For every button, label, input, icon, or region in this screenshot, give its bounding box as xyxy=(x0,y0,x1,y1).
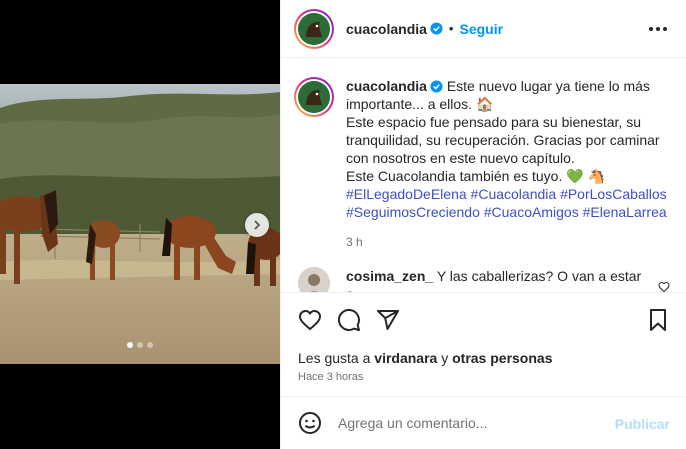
bookmark-icon[interactable] xyxy=(646,308,670,332)
hashtag-link[interactable]: #SeguimosCreciendo xyxy=(346,204,480,220)
comment-input[interactable] xyxy=(338,415,588,431)
header-username[interactable]: cuacolandia xyxy=(346,21,427,37)
post-time[interactable]: Hace 3 horas xyxy=(298,371,363,383)
other-likers-link[interactable]: otras personas xyxy=(452,350,552,366)
hashtag-link[interactable]: #PorLosCaballos xyxy=(560,186,667,202)
hashtag-link[interactable]: #ElenaLarrea xyxy=(583,204,667,220)
verified-badge-icon xyxy=(430,80,443,93)
caption-text: cuacolandia Este nuevo lugar ya tiene lo… xyxy=(346,77,668,251)
comment-icon[interactable] xyxy=(337,308,361,332)
likes-summary: Les gusta a virdanara y otras personas xyxy=(298,350,552,366)
hashtag-link[interactable]: #ElLegadoDeElena xyxy=(346,186,467,202)
comment-item: cosima_zen_ Y las caballerizas? O van a … xyxy=(294,267,673,292)
carousel-indicator xyxy=(0,342,280,348)
caption-line-2: Este espacio fue pensado para su bienest… xyxy=(346,114,660,166)
caption-username[interactable]: cuacolandia xyxy=(346,78,427,94)
horses-photo[interactable] xyxy=(0,84,280,364)
likes-connector: y xyxy=(437,350,453,366)
post-panel: cuacolandia • Seguir cuacolandia Este nu… xyxy=(280,0,686,449)
likes-prefix: Les gusta a xyxy=(298,350,375,366)
follow-button[interactable]: Seguir xyxy=(459,21,503,37)
profile-picture xyxy=(298,12,330,45)
carousel-dot-active xyxy=(127,342,133,348)
liker-username[interactable]: virdanara xyxy=(374,350,437,366)
more-options-icon[interactable] xyxy=(649,20,667,38)
chevron-right-icon xyxy=(254,220,261,230)
add-comment-bar: Publicar xyxy=(281,396,686,449)
verified-badge-icon xyxy=(430,22,443,35)
post-header: cuacolandia • Seguir xyxy=(281,0,686,58)
comments-section: cuacolandia Este nuevo lugar ya tiene lo… xyxy=(281,59,686,292)
caption: cuacolandia Este nuevo lugar ya tiene lo… xyxy=(294,77,673,251)
post-media xyxy=(0,0,280,449)
hashtag-link[interactable]: #CuacoAmigos xyxy=(484,204,579,220)
heart-icon[interactable] xyxy=(298,308,322,332)
caption-line-3: Este Cuacolandia también es tuyo. 💚 🐴 xyxy=(346,168,605,184)
publish-button[interactable]: Publicar xyxy=(615,416,670,432)
comment-text: cosima_zen_ Y las caballerizas? O van a … xyxy=(346,267,646,292)
profile-picture xyxy=(298,81,330,113)
hashtag-link[interactable]: #Cuacolandia xyxy=(471,186,557,202)
commenter-username[interactable]: cosima_zen_ xyxy=(346,268,433,284)
separator-dot: • xyxy=(448,21,454,36)
caption-timestamp[interactable]: 3 h xyxy=(346,233,668,251)
carousel-dot xyxy=(147,342,153,348)
next-slide-button[interactable] xyxy=(245,213,269,237)
share-icon[interactable] xyxy=(376,308,400,332)
avatar[interactable] xyxy=(294,8,334,49)
carousel-dot xyxy=(137,342,143,348)
caption-avatar[interactable] xyxy=(294,77,334,117)
emoji-icon[interactable] xyxy=(298,411,322,435)
commenter-avatar[interactable] xyxy=(298,267,330,292)
